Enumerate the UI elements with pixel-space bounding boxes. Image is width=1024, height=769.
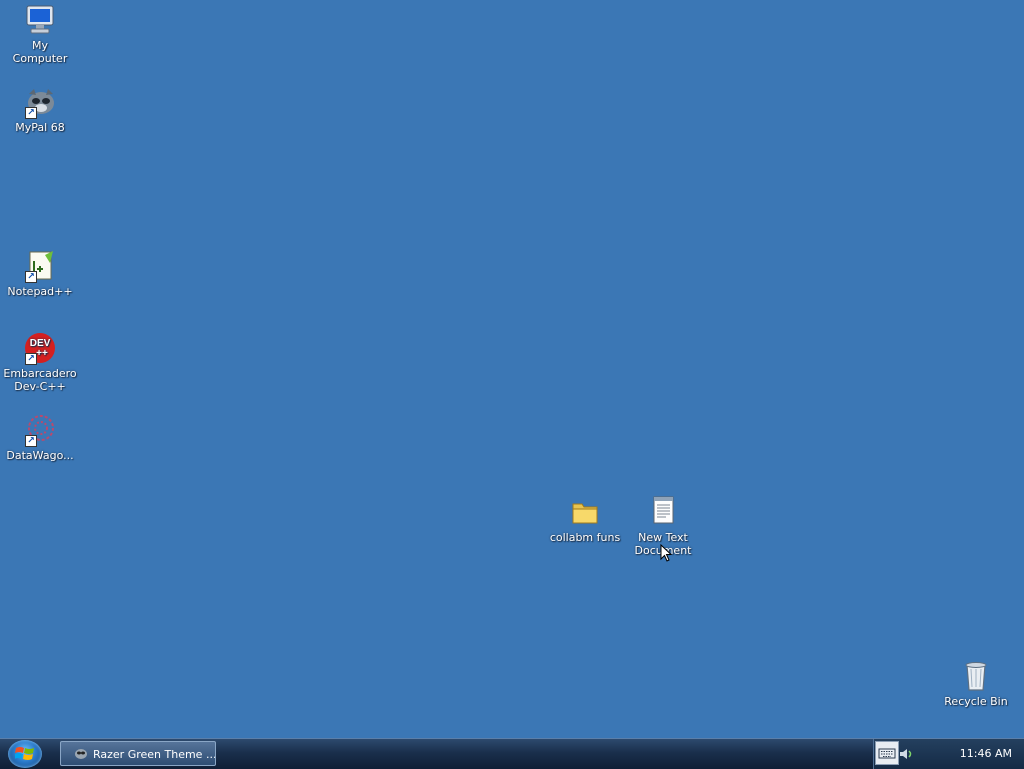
shortcut-arrow-icon: ↗	[25, 353, 37, 365]
desktop-icon-label: My Computer	[12, 39, 68, 65]
keyboard-layout-button[interactable]	[875, 741, 899, 765]
computer-icon	[23, 3, 57, 37]
text-document-icon	[646, 495, 680, 529]
taskbar-button-label: Razer Green Theme ...	[93, 748, 216, 761]
recycle-bin-icon	[959, 659, 993, 693]
mouse-cursor-icon	[660, 544, 672, 562]
desktop-icon-label: Embarcadero Dev-C++	[3, 367, 77, 393]
shortcut-arrow-icon: ↗	[25, 435, 37, 447]
shortcut-arrow-icon: ↗	[25, 271, 37, 283]
desktop-icon-label: Notepad++	[7, 285, 73, 298]
taskbar-button-razer-green-theme[interactable]: Razer Green Theme ...	[60, 741, 216, 766]
desktop-icon-mypal[interactable]: ↗ MyPal 68	[1, 85, 79, 134]
desktop-icon-my-computer[interactable]: My Computer	[1, 3, 79, 65]
desktop-icon-devcpp[interactable]: DEV ++ ↗ Embarcadero Dev-C++	[1, 331, 79, 393]
desktop-icon-datawago[interactable]: ↗ DataWago...	[1, 413, 79, 462]
app-window-icon	[75, 749, 87, 759]
volume-icon[interactable]	[898, 746, 914, 762]
taskbar: Razer Green Theme ... 11:46 AM	[0, 738, 1024, 769]
keyboard-icon	[878, 748, 896, 759]
folder-icon	[568, 495, 602, 529]
desktop-icon-label: MyPal 68	[15, 121, 65, 134]
svg-text:++: ++	[36, 348, 48, 359]
desktop-icon-recycle-bin[interactable]: Recycle Bin	[937, 659, 1015, 708]
clock[interactable]: 11:46 AM	[960, 739, 1012, 769]
desktop-icon-collabm-funs[interactable]: collabm funs	[546, 495, 624, 544]
desktop-icon-label: Recycle Bin	[944, 695, 1008, 708]
devcpp-icon: DEV ++ ↗	[23, 331, 57, 365]
desktop-icon-label: collabm funs	[549, 531, 621, 544]
notepadpp-icon: ↗	[23, 249, 57, 283]
start-button[interactable]	[8, 740, 42, 768]
windows-logo-icon	[15, 747, 34, 760]
datawago-icon: ↗	[23, 413, 57, 447]
desktop-icon-notepadpp[interactable]: ↗ Notepad++	[1, 249, 79, 298]
mypal-icon: ↗	[23, 85, 57, 119]
desktop-icon-label: DataWago...	[6, 449, 74, 462]
shortcut-arrow-icon: ↗	[25, 107, 37, 119]
